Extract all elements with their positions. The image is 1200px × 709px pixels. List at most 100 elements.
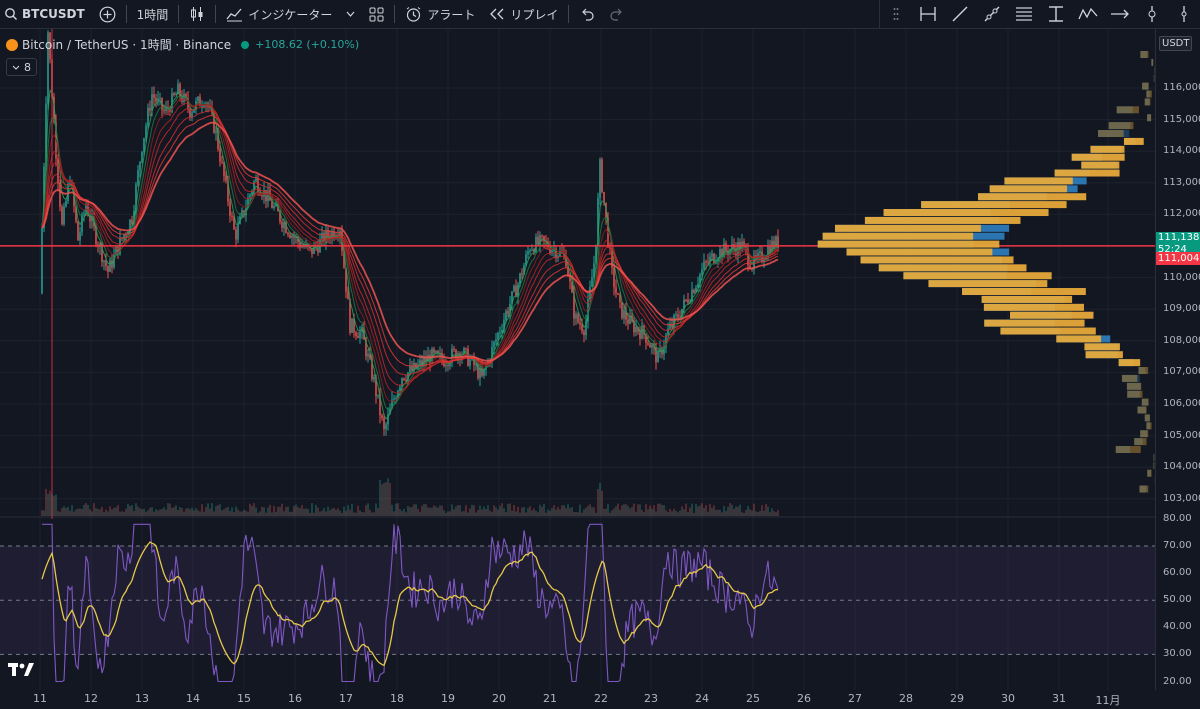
fib-tool[interactable] [1008,0,1040,28]
volume-bar [269,504,271,516]
volume-bar [497,509,499,516]
volume-bar [121,511,123,516]
volume-profile-bar-up [983,303,1084,311]
volume-bar [331,508,333,516]
text-tool[interactable] [1040,0,1072,28]
volume-bar [625,504,627,516]
volume-bar [745,509,747,516]
candle-body [713,253,715,264]
ray-tool[interactable] [976,0,1008,28]
candle-body [81,214,83,233]
interval-button[interactable]: 1時間 [130,0,176,28]
volume-bar [629,508,631,516]
price-chart[interactable] [0,29,1155,690]
bitcoin-logo-icon [6,38,18,51]
volume-profile-bar-up [1138,367,1149,375]
candle-body [41,227,43,294]
volume-bar [551,508,553,516]
candle-body [105,260,107,267]
volume-bar [443,510,445,516]
candle-body [197,96,199,102]
candle-body [497,333,499,340]
candle-body [649,344,651,348]
candle-body [107,266,109,272]
alert-button[interactable]: アラート [398,0,482,28]
replay-button[interactable]: リプレイ [482,0,565,28]
arrow-tool[interactable] [1104,0,1136,28]
price-tick-label: 103,000.00 [1163,492,1200,504]
volume-bar [749,509,751,516]
volume-bar [423,503,425,516]
indicators-button[interactable]: インジケーター [219,0,339,28]
volume-bar [117,504,119,516]
volume-profile-bar-up [1147,469,1152,477]
volume-profile-bar-up [1146,90,1152,98]
volume-bar [589,504,591,516]
compare-button[interactable] [92,0,123,28]
series-legend[interactable]: Bitcoin / TetherUS · 1時間 · Binance +108.… [6,36,359,53]
candle-body [701,269,703,275]
time-tick-label: 29 [950,692,964,705]
arrow-marker-icon [1110,9,1130,19]
volume-bar [649,505,651,516]
volume-profile-bar-up [1142,82,1149,90]
volume-profile-bar-up [1127,390,1143,398]
volume-bar [241,511,243,516]
volume-bar [395,503,397,516]
volume-bar [363,512,365,516]
divider [394,5,396,23]
volume-bar [283,511,285,516]
volume-bar [177,509,179,516]
ema-ribbon-line [41,98,779,402]
volume-bar [181,508,183,516]
undo-button[interactable] [572,0,602,28]
volume-profile-bar-up [1147,114,1152,122]
volume-bar [757,512,759,516]
drag-handle[interactable] [880,0,912,28]
volume-bar [597,489,599,516]
redo-button[interactable] [602,0,632,28]
currency-label[interactable]: USDT [1159,36,1193,51]
symbol-search-button[interactable]: BTCUSDT [0,0,92,28]
symbol-label: BTCUSDT [22,7,85,21]
pattern-tool[interactable] [1072,0,1104,28]
indicators-collapse-button[interactable]: 8 [6,58,37,76]
chart-type-button[interactable] [182,0,212,28]
layout-button[interactable] [362,0,391,28]
trend-line-tool[interactable] [944,0,976,28]
volume-profile-bar-up [989,185,1068,193]
volume-bar [365,505,367,516]
indicators-dropdown[interactable] [339,0,362,28]
volume-profile-bar-up [864,216,1021,224]
indicator-count: 8 [24,60,31,74]
volume-profile-bar-up [984,319,1085,327]
volume-bar [267,507,269,516]
volume-bar [57,511,59,516]
date-price-range-tool[interactable] [912,0,944,28]
volume-bar [481,509,483,516]
volume-bar [553,505,555,516]
volume-bar [667,512,669,516]
volume-profile-bar-up [1121,374,1138,382]
candle-body [623,310,625,319]
volume-bar [61,508,63,516]
volume-bar [161,509,163,516]
volume-bar [333,507,335,516]
candle-body [507,311,509,314]
volume-bar [259,511,261,516]
price-tick-label: 116,000.00 [1163,82,1200,93]
candle-body [759,251,761,254]
vertical-line-tool[interactable] [1168,0,1200,28]
volume-bar [511,510,513,516]
candle-body [255,178,257,182]
price-note-tool[interactable] [1136,0,1168,28]
volume-bar [213,511,215,516]
volume-profile-bar-up [1140,51,1149,59]
candle-body [401,378,403,387]
price-axis[interactable]: USDT 116,000.00 115,000.00 114,000.00 113,0… [1155,29,1200,690]
candle-body [705,261,707,263]
time-axis[interactable]: 11 12 13 14 15 16 17 18 19 20 21 22 23 24 25 26 27 28 29 30… [0,690,1155,709]
tradingview-logo-icon[interactable] [8,662,34,682]
text-tool-icon [1047,5,1065,23]
volume-bar [411,506,413,516]
